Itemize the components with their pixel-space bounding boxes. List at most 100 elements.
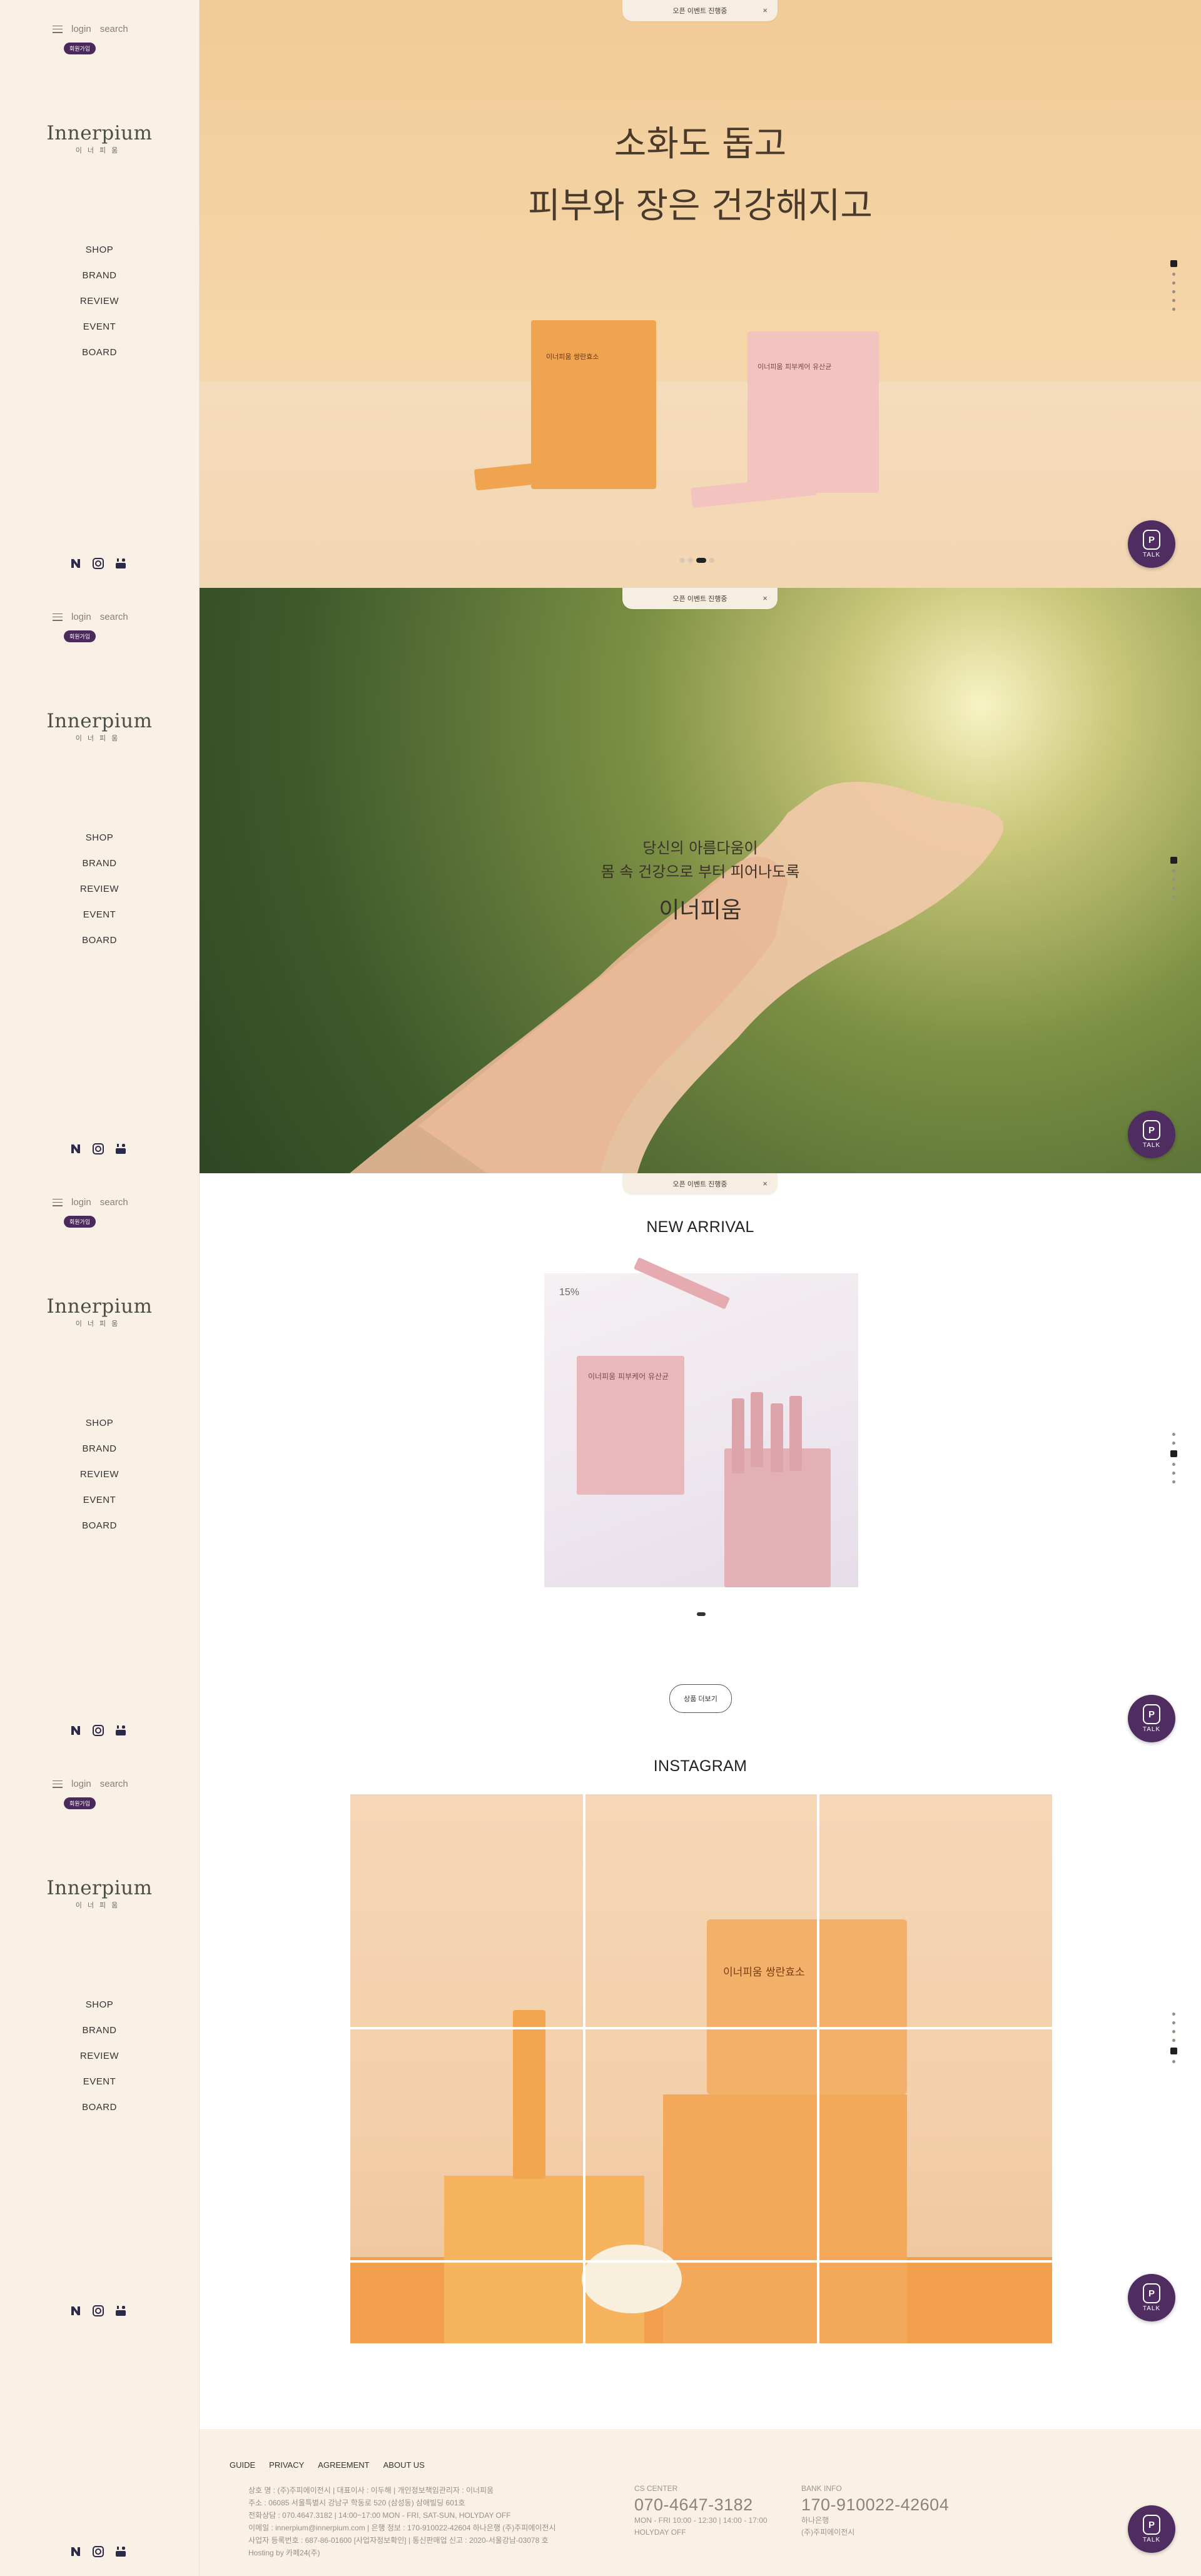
naver-icon[interactable]: [69, 1142, 83, 1156]
menu-event[interactable]: EVENT: [0, 1493, 199, 1518]
talk-button[interactable]: P TALK: [1128, 2274, 1175, 2321]
slider-dot[interactable]: [709, 558, 714, 563]
menu-review[interactable]: REVIEW: [0, 1467, 199, 1493]
search-link[interactable]: search: [100, 24, 128, 34]
search-link[interactable]: search: [100, 1197, 128, 1208]
section-dot[interactable]: [1172, 1433, 1175, 1436]
menu-brand[interactable]: BRAND: [0, 2023, 199, 2049]
section-dot[interactable]: [1172, 1472, 1175, 1475]
talk-button[interactable]: P TALK: [1128, 1111, 1175, 1158]
hamburger-icon[interactable]: [53, 25, 63, 33]
close-icon[interactable]: ×: [763, 6, 768, 15]
product-card[interactable]: 15% 이너피움 피부케어 유산균: [544, 1257, 858, 1587]
logo[interactable]: Innerpium: [0, 710, 199, 732]
section-dot[interactable]: [1172, 299, 1175, 302]
youtube-icon[interactable]: [114, 557, 128, 570]
menu-event[interactable]: EVENT: [0, 907, 199, 933]
naver-icon[interactable]: [69, 557, 83, 570]
section-dot[interactable]: [1172, 2021, 1175, 2024]
youtube-icon[interactable]: [114, 1724, 128, 1737]
menu-board[interactable]: BOARD: [0, 345, 199, 371]
section-dot[interactable]: [1172, 878, 1175, 881]
hamburger-icon[interactable]: [53, 1198, 63, 1206]
menu-brand[interactable]: BRAND: [0, 856, 199, 882]
section-dot[interactable]: [1172, 869, 1175, 872]
join-badge[interactable]: 회원가입: [64, 43, 96, 54]
join-badge[interactable]: 회원가입: [64, 630, 96, 642]
section-dot[interactable]: [1172, 896, 1175, 899]
menu-review[interactable]: REVIEW: [0, 2049, 199, 2074]
section-dot[interactable]: [1172, 290, 1175, 293]
youtube-icon[interactable]: [114, 2304, 128, 2318]
naver-icon[interactable]: [69, 2545, 83, 2558]
section-dot[interactable]: [1172, 1463, 1175, 1466]
login-link[interactable]: login: [71, 1779, 91, 1789]
menu-brand[interactable]: BRAND: [0, 268, 199, 294]
section-dot[interactable]: [1172, 2030, 1175, 2033]
instagram-icon[interactable]: [91, 1724, 105, 1737]
talk-button[interactable]: P TALK: [1128, 1695, 1175, 1742]
instagram-icon[interactable]: [91, 557, 105, 570]
search-link[interactable]: search: [100, 612, 128, 622]
talk-button-footer[interactable]: P TALK: [1128, 2505, 1175, 2553]
section-dot[interactable]: [1172, 273, 1175, 276]
join-badge[interactable]: 회원가입: [64, 1216, 96, 1228]
instagram-icon[interactable]: [91, 2545, 105, 2558]
section-dot-active[interactable]: [1170, 1450, 1177, 1457]
section-dot[interactable]: [1172, 2060, 1175, 2063]
section-dot-active[interactable]: [1170, 2048, 1177, 2054]
menu-event[interactable]: EVENT: [0, 320, 199, 345]
instagram-grid[interactable]: 이너피움 쌍란효소: [350, 1794, 1052, 2343]
section-dot-active[interactable]: [1170, 260, 1177, 267]
event-notice[interactable]: 오픈 이벤트 진행중 ×: [622, 1173, 778, 1195]
instagram-icon[interactable]: [91, 1142, 105, 1156]
menu-shop[interactable]: SHOP: [0, 1416, 199, 1442]
event-notice[interactable]: 오픈 이벤트 진행중 ×: [622, 588, 778, 609]
menu-board[interactable]: BOARD: [0, 933, 199, 959]
youtube-icon[interactable]: [114, 1142, 128, 1156]
section-dot[interactable]: [1172, 1442, 1175, 1445]
search-link[interactable]: search: [100, 1779, 128, 1789]
youtube-icon[interactable]: [114, 2545, 128, 2558]
logo[interactable]: Innerpium: [0, 1295, 199, 1318]
section-dot-active[interactable]: [1170, 857, 1177, 864]
naver-icon[interactable]: [69, 2304, 83, 2318]
menu-shop[interactable]: SHOP: [0, 1998, 199, 2023]
footer-link-about[interactable]: ABOUT US: [383, 2460, 425, 2470]
menu-shop[interactable]: SHOP: [0, 831, 199, 856]
section-dot[interactable]: [1172, 1480, 1175, 1483]
menu-event[interactable]: EVENT: [0, 2074, 199, 2100]
menu-board[interactable]: BOARD: [0, 2100, 199, 2126]
login-link[interactable]: login: [71, 24, 91, 34]
instagram-icon[interactable]: [91, 2304, 105, 2318]
close-icon[interactable]: ×: [763, 1179, 768, 1188]
more-products-button[interactable]: 상품 더보기: [669, 1684, 732, 1713]
menu-review[interactable]: REVIEW: [0, 294, 199, 320]
login-link[interactable]: login: [71, 612, 91, 622]
slider-dot[interactable]: [680, 558, 685, 563]
logo[interactable]: Innerpium: [0, 122, 199, 144]
footer-link-guide[interactable]: GUIDE: [230, 2460, 255, 2470]
menu-review[interactable]: REVIEW: [0, 882, 199, 907]
menu-shop[interactable]: SHOP: [0, 243, 199, 268]
section-nav-dots[interactable]: [1170, 260, 1177, 311]
talk-button[interactable]: P TALK: [1128, 520, 1175, 568]
cs-phone[interactable]: 070-4647-3182: [634, 2495, 768, 2515]
section-dot[interactable]: [1172, 887, 1175, 890]
menu-brand[interactable]: BRAND: [0, 1442, 199, 1467]
section-dot[interactable]: [1172, 2039, 1175, 2042]
menu-board[interactable]: BOARD: [0, 1518, 199, 1544]
footer-link-agreement[interactable]: AGREEMENT: [318, 2460, 369, 2470]
logo[interactable]: Innerpium: [0, 1877, 199, 1899]
login-link[interactable]: login: [71, 1197, 91, 1208]
section-nav-dots[interactable]: [1170, 2013, 1177, 2063]
slider-dots[interactable]: [680, 558, 714, 563]
naver-icon[interactable]: [69, 1724, 83, 1737]
section-nav-dots[interactable]: [1170, 857, 1177, 899]
hamburger-icon[interactable]: [53, 613, 63, 621]
footer-link-privacy[interactable]: PRIVACY: [269, 2460, 304, 2470]
section-dot[interactable]: [1172, 308, 1175, 311]
hamburger-icon[interactable]: [53, 1780, 63, 1788]
section-dot[interactable]: [1172, 2013, 1175, 2016]
close-icon[interactable]: ×: [763, 593, 768, 603]
